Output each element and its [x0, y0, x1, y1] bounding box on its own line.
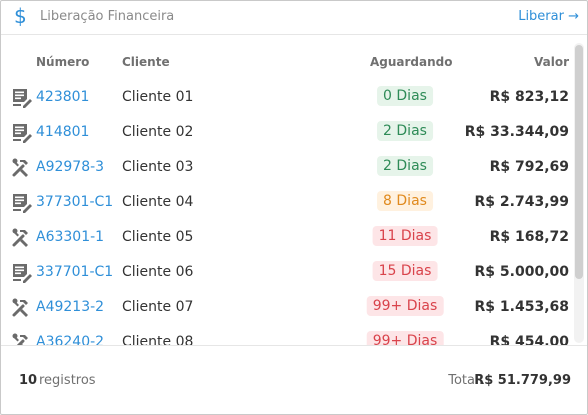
dollar-icon: $	[14, 4, 27, 28]
record-count-label: registros	[39, 373, 96, 388]
table-row[interactable]: 377301-C1 Cliente 04 8 Dias R$ 2.743,99	[1, 185, 587, 220]
document-icon	[11, 263, 33, 283]
order-number-link[interactable]: A63301-1	[36, 229, 104, 245]
waiting-days-badge: 99+ Dias	[366, 331, 444, 345]
order-number-link[interactable]: A49213-2	[36, 299, 104, 315]
scrollbar-thumb[interactable]	[575, 45, 583, 279]
client-name: Cliente 03	[122, 159, 194, 175]
waiting-days-badge: 15 Dias	[372, 261, 438, 281]
amount-value: R$ 168,72	[489, 229, 569, 245]
amount-value: R$ 2.743,99	[474, 194, 569, 210]
record-count: 10	[19, 373, 38, 388]
card-title: Liberação Financeira	[40, 9, 175, 24]
card-footer: 10 registros Total: R$ 51.779,99	[1, 345, 587, 414]
table-row[interactable]: A92978-3 Cliente 03 2 Dias R$ 792,69	[1, 150, 587, 185]
amount-value: R$ 5.000,00	[474, 264, 569, 280]
order-number-link[interactable]: A92978-3	[36, 159, 104, 175]
column-header-cliente[interactable]: Cliente	[122, 55, 170, 69]
document-icon	[11, 123, 33, 143]
amount-value: R$ 33.344,09	[464, 124, 569, 140]
financial-release-card: $ Liberação Financeira Liberar → Número …	[0, 0, 588, 415]
document-icon	[11, 193, 33, 213]
amount-value: R$ 1.453,68	[474, 299, 569, 315]
order-number-link[interactable]: 337701-C1	[36, 264, 113, 280]
waiting-days-badge: 99+ Dias	[366, 296, 444, 316]
client-name: Cliente 08	[122, 334, 194, 345]
tools-icon	[11, 228, 33, 248]
column-header-valor[interactable]: Valor	[534, 55, 569, 69]
table-row[interactable]: 337701-C1 Cliente 06 15 Dias R$ 5.000,00	[1, 255, 587, 290]
order-number-link[interactable]: 377301-C1	[36, 194, 113, 210]
vertical-scrollbar[interactable]	[574, 43, 584, 343]
amount-value: R$ 823,12	[489, 89, 569, 105]
total-value: R$ 51.779,99	[474, 373, 571, 388]
order-number-link[interactable]: A36240-2	[36, 334, 104, 345]
column-header-numero[interactable]: Número	[36, 55, 89, 69]
tools-icon	[11, 158, 33, 178]
table-row[interactable]: A36240-2 Cliente 08 99+ Dias R$ 454,00	[1, 325, 587, 345]
client-name: Cliente 04	[122, 194, 194, 210]
waiting-days-badge: 2 Dias	[377, 156, 433, 176]
liberar-link[interactable]: Liberar →	[518, 9, 579, 24]
waiting-days-badge: 8 Dias	[377, 191, 433, 211]
column-header-aguardando[interactable]: Aguardando	[370, 55, 453, 69]
table-header: Número Cliente Aguardando Valor	[1, 55, 587, 73]
document-icon	[11, 88, 33, 108]
table-row[interactable]: 414801 Cliente 02 2 Dias R$ 33.344,09	[1, 115, 587, 150]
table-area: Número Cliente Aguardando Valor 423801 Cl…	[1, 35, 587, 345]
client-name: Cliente 02	[122, 124, 194, 140]
waiting-days-badge: 2 Dias	[377, 121, 433, 141]
card-header: $ Liberação Financeira Liberar →	[1, 1, 587, 35]
order-number-link[interactable]: 423801	[36, 89, 89, 105]
tools-icon	[11, 298, 33, 318]
tools-icon	[11, 333, 33, 345]
amount-value: R$ 792,69	[489, 159, 569, 175]
table-row[interactable]: 423801 Cliente 01 0 Dias R$ 823,12	[1, 80, 587, 115]
waiting-days-badge: 0 Dias	[377, 86, 433, 106]
client-name: Cliente 05	[122, 229, 194, 245]
order-number-link[interactable]: 414801	[36, 124, 89, 140]
client-name: Cliente 01	[122, 89, 194, 105]
amount-value: R$ 454,00	[489, 334, 569, 345]
table-row[interactable]: A49213-2 Cliente 07 99+ Dias R$ 1.453,68	[1, 290, 587, 325]
table-row[interactable]: A63301-1 Cliente 05 11 Dias R$ 168,72	[1, 220, 587, 255]
waiting-days-badge: 11 Dias	[372, 226, 438, 246]
client-name: Cliente 06	[122, 264, 194, 280]
client-name: Cliente 07	[122, 299, 194, 315]
